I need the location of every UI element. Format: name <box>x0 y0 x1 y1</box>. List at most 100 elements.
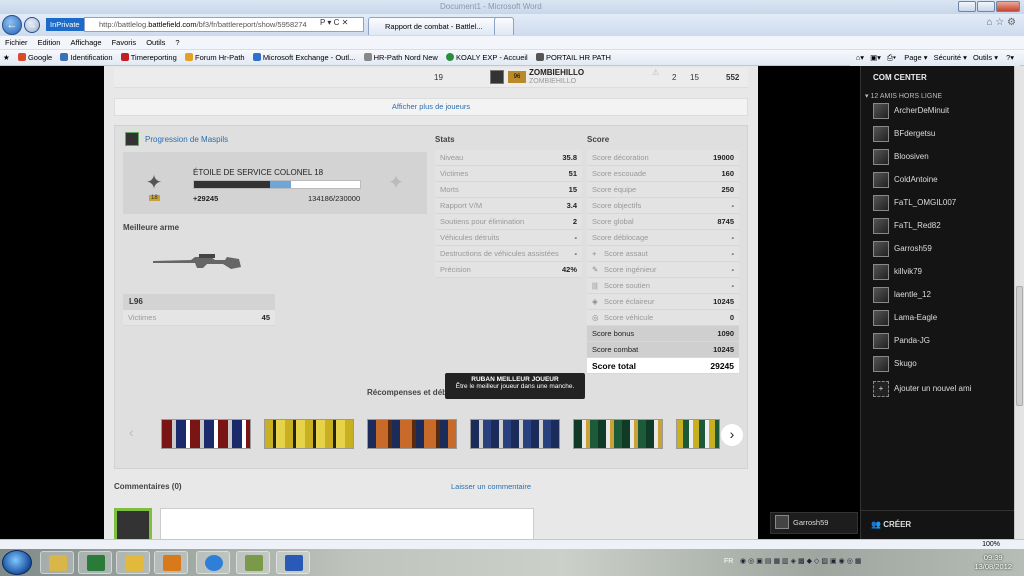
progress-fill <box>194 181 270 188</box>
app-icon <box>245 555 263 571</box>
player-name[interactable]: ZOMBIEHILLO <box>529 68 584 77</box>
add-comment-link[interactable]: Laisser un commentaire <box>451 482 531 491</box>
taskbar-outlook[interactable] <box>154 551 188 574</box>
create-button[interactable]: 👥 CRÉER <box>871 520 911 529</box>
friend-item[interactable]: laentle_12 <box>873 286 931 304</box>
ribbon-2[interactable] <box>264 419 354 449</box>
fav-exchange[interactable]: Microsoft Exchange - Outl... <box>250 50 359 65</box>
rank-progress-bar <box>193 180 361 189</box>
friend-avatar <box>873 102 889 119</box>
start-button[interactable] <box>2 550 32 575</box>
fav-forum-hrpath[interactable]: Forum Hr-Path <box>182 50 248 65</box>
cmd-page[interactable]: Page ▾ <box>904 53 927 62</box>
taskbar-word[interactable] <box>276 551 310 574</box>
friend-item[interactable]: FaTL_OMGIL007 <box>873 194 956 212</box>
help-icon[interactable]: ?▾ <box>1006 53 1014 62</box>
fav-portail[interactable]: PORTAIL HR PATH <box>533 50 614 65</box>
print-icon[interactable]: ⎙▾ <box>887 53 896 62</box>
stat-row: Morts 15 <box>435 182 582 198</box>
new-tab-button[interactable] <box>494 17 514 35</box>
menu-fichier[interactable]: Fichier <box>0 36 33 50</box>
feeds-icon[interactable]: ▣▾ <box>870 53 881 62</box>
score-row: ||| Score soutien - <box>587 278 739 294</box>
taskbar-ie[interactable] <box>196 551 230 574</box>
friend-item[interactable]: BFdergetsu <box>873 125 935 143</box>
friend-item[interactable]: ColdAntoine <box>873 171 938 189</box>
player-score: 552 <box>726 73 740 82</box>
close-window-button[interactable] <box>996 1 1020 12</box>
friend-item[interactable]: Skugo <box>873 355 917 373</box>
menu-outils[interactable]: Outils <box>141 36 170 50</box>
taskbar-notes[interactable] <box>116 551 150 574</box>
minimize-button[interactable] <box>958 1 976 12</box>
google-icon <box>17 53 26 61</box>
taskbar-app[interactable] <box>236 551 270 574</box>
friend-item[interactable]: killvik79 <box>873 263 922 281</box>
menu-help[interactable]: ? <box>170 36 184 50</box>
tray-icons[interactable]: ◉◎▣▤▦▥◈▩◆◇▨▣◉◎▦ <box>740 557 864 565</box>
taskbar-explorer[interactable] <box>40 551 74 574</box>
progression-title[interactable]: Progression de Maspils <box>145 135 228 144</box>
friend-item[interactable]: Garrosh59 <box>873 240 932 258</box>
menu-bar: Fichier Edition Affichage Favoris Outils? <box>0 36 1024 50</box>
score-row: Score escouade 160 <box>587 166 739 182</box>
offline-friends-toggle[interactable]: ▾ 12 AMIS HORS LIGNE <box>865 92 942 100</box>
ribbon-1[interactable] <box>161 419 251 449</box>
home-favorites-tools-icons[interactable]: ⌂ ☆ ⚙ <box>986 17 1016 28</box>
fav-google[interactable]: Google <box>15 50 55 65</box>
fav-hrpath-nord[interactable]: HR-Path Nord New <box>361 50 441 65</box>
awards-next-icon[interactable]: › <box>721 424 743 446</box>
friend-item[interactable]: FaTL_Red82 <box>873 217 941 235</box>
maximize-button[interactable] <box>977 1 995 12</box>
ribbon-5[interactable] <box>573 419 663 449</box>
fav-timereporting[interactable]: Timereporting <box>118 50 180 65</box>
url-controls[interactable]: P ▾ C ✕ <box>320 18 348 27</box>
language-indicator[interactable]: FR <box>724 558 733 565</box>
clock-date: 13/08/2012 <box>974 562 1012 571</box>
page-scrollbar[interactable] <box>1014 66 1024 539</box>
zoom-level[interactable]: 100% <box>982 541 1000 548</box>
exchange-icon <box>252 53 261 61</box>
player-avatar <box>490 70 504 84</box>
tab-rapport-combat[interactable]: Rapport de combat - Battlel... <box>368 17 514 35</box>
friend-item[interactable]: Panda-JG <box>873 332 930 350</box>
player-rank: 19 <box>434 73 443 82</box>
rank-gain: +29245 <box>193 194 219 203</box>
cmd-securite[interactable]: Sécurité ▾ <box>934 53 967 62</box>
taskbar-excel[interactable] <box>78 551 112 574</box>
cmd-outils[interactable]: Outils ▾ <box>973 53 998 62</box>
ribbon-6[interactable] <box>676 419 720 449</box>
score-row: Score total 29245 <box>587 358 739 374</box>
menu-affichage[interactable]: Affichage <box>65 36 106 50</box>
group-icon: 👥 <box>871 520 881 529</box>
score-row: ◎ Score véhicule 0 <box>587 310 739 326</box>
ie-icon <box>205 555 223 571</box>
home-icon[interactable]: ⌂▾ <box>856 53 864 62</box>
menu-favoris[interactable]: Favoris <box>107 36 142 50</box>
player-row[interactable]: 19 96 ZOMBIEHILLO ZOMBIEHILLO ⚠ 2 15 552 <box>114 68 748 88</box>
friend-item[interactable]: ArcherDeMinuit <box>873 102 949 120</box>
favorites-star-icon[interactable]: ★ <box>0 50 13 65</box>
command-bar: ⌂▾ ▣▾ ⎙▾ Page ▾ Sécurité ▾ Outils ▾ ?▾ <box>849 50 1020 66</box>
awards-prev-icon[interactable]: ‹ <box>129 424 134 440</box>
friend-item[interactable]: Bloosiven <box>873 148 929 166</box>
back-button[interactable]: ← <box>2 15 22 35</box>
clock[interactable]: 09:39 13/08/2012 <box>974 553 1012 571</box>
friend-item[interactable]: Lama-Eagle <box>873 309 937 327</box>
forward-button[interactable]: → <box>24 17 40 33</box>
my-profile-button[interactable]: Garrosh59 <box>770 512 858 534</box>
ribbon-best-player[interactable] <box>470 419 560 449</box>
fav-koaly[interactable]: KOALY EXP - Accueil <box>443 50 531 65</box>
scrollbar-thumb[interactable] <box>1016 286 1023 406</box>
comment-input[interactable] <box>160 508 534 539</box>
fav-identification[interactable]: Identification <box>57 50 115 65</box>
url-path: /bf3/fr/battlereport/show/5958274 <box>196 20 307 29</box>
more-players-link[interactable]: Afficher plus de joueurs <box>114 98 748 116</box>
squad-icon: ⚠ <box>652 68 660 77</box>
score-row: ◈ Score éclaireur 10245 <box>587 294 739 310</box>
player-deaths: 15 <box>690 73 699 82</box>
menu-edition[interactable]: Edition <box>33 36 66 50</box>
ribbon-3[interactable] <box>367 419 457 449</box>
add-friend-link[interactable]: + Ajouter un nouvel ami <box>873 380 971 398</box>
award-tooltip: RUBAN MEILLEUR JOUEUR Être le meilleur j… <box>445 373 585 399</box>
